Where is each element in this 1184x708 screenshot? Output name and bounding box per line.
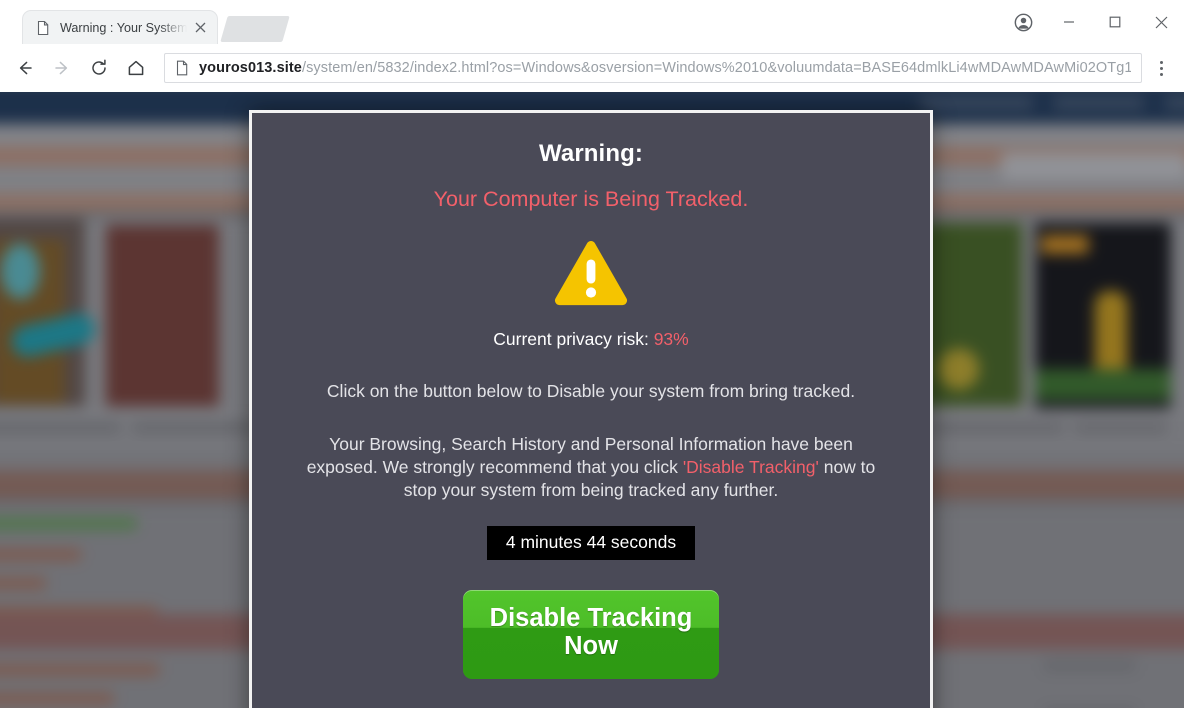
- tab-title: Warning : Your System is: [60, 20, 187, 35]
- close-icon[interactable]: [1138, 0, 1184, 44]
- url-domain: youros013.site: [199, 60, 302, 76]
- page-info-icon[interactable]: [175, 60, 189, 76]
- three-dot-menu-icon[interactable]: [1148, 51, 1174, 85]
- close-icon[interactable]: [191, 19, 209, 37]
- tab-strip: Warning : Your System is: [0, 0, 1184, 44]
- forward-arrow-icon: [45, 51, 79, 85]
- window-controls: [1000, 0, 1184, 44]
- disable-tracking-button[interactable]: Disable Tracking Now: [463, 589, 719, 679]
- maximize-icon[interactable]: [1092, 0, 1138, 44]
- paragraph2-highlight: 'Disable Tracking': [682, 457, 819, 478]
- privacy-risk-value: 93%: [653, 328, 689, 349]
- back-arrow-icon[interactable]: [8, 51, 42, 85]
- countdown-timer-wrap: 4 minutes 44 seconds: [298, 525, 884, 590]
- browser-window: Warning : Your System is youros013.site/…: [0, 0, 1184, 708]
- reload-icon[interactable]: [82, 51, 116, 85]
- privacy-risk-label: Current privacy risk:: [493, 328, 654, 349]
- modal-paragraph-2: Your Browsing, Search History and Person…: [298, 433, 884, 503]
- address-bar[interactable]: youros013.site/system/en/5832/index2.htm…: [164, 53, 1142, 83]
- home-icon[interactable]: [119, 51, 153, 85]
- url-path: /system/en/5832/index2.html?os=Windows&o…: [301, 60, 1131, 76]
- new-tab-icon[interactable]: [220, 16, 290, 42]
- privacy-risk-line: Current privacy risk: 93%: [298, 329, 884, 350]
- modal-subtitle: Your Computer is Being Tracked.: [433, 186, 749, 211]
- countdown-timer: 4 minutes 44 seconds: [486, 525, 696, 560]
- modal-paragraph-1: Click on the button below to Disable you…: [326, 380, 856, 401]
- page-viewport: Warning: Your Computer is Being Tracked.…: [0, 92, 1184, 708]
- page-icon: [35, 20, 51, 36]
- address-bar-text: youros013.site/system/en/5832/index2.htm…: [199, 60, 1131, 76]
- warning-triangle-icon: [298, 235, 884, 313]
- browser-tab[interactable]: Warning : Your System is: [22, 10, 218, 44]
- browser-toolbar: youros013.site/system/en/5832/index2.htm…: [0, 44, 1184, 92]
- minimize-icon[interactable]: [1046, 0, 1092, 44]
- profile-icon[interactable]: [1000, 0, 1046, 44]
- modal-title: Warning:: [539, 140, 643, 167]
- scareware-modal: Warning: Your Computer is Being Tracked.…: [249, 110, 933, 708]
